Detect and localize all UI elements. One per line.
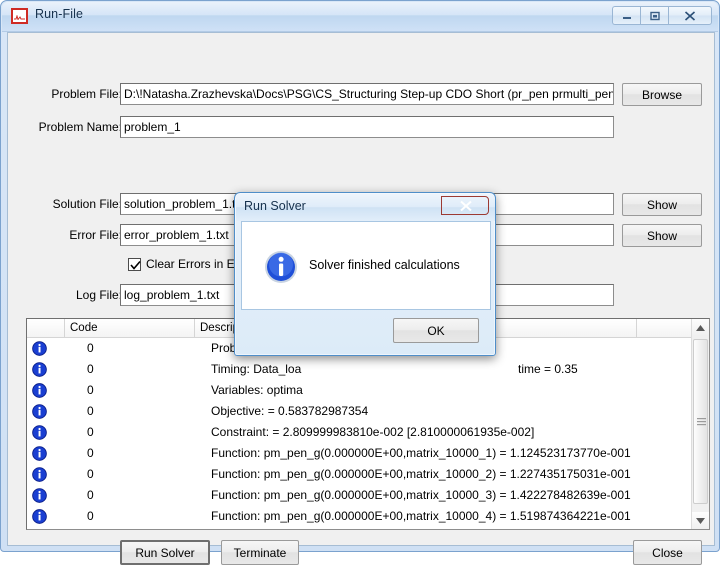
chevron-down-icon (696, 518, 705, 524)
problem-file-label: Problem File: (51, 87, 122, 101)
problem-file-input[interactable]: D:\!Natasha.Zrazhevska\Docs\PSG\CS_Struc… (120, 83, 614, 105)
solution-file-label: Solution File: (52, 197, 122, 211)
row-description: Objective: = 0.583782987354 (211, 404, 369, 418)
problem-name-input[interactable]: problem_1 (120, 116, 614, 138)
row-code: 0 (87, 467, 94, 481)
dialog-titlebar[interactable]: Run Solver (236, 194, 495, 221)
row-code: 0 (87, 425, 94, 439)
listview-vertical-scrollbar[interactable] (691, 319, 709, 529)
scrollbar-thumb[interactable] (693, 339, 708, 504)
row-description-tail: time = 0.35 (518, 362, 578, 376)
window-title: Run-File (35, 7, 84, 21)
info-icon (32, 362, 47, 377)
row-code: 0 (87, 509, 94, 523)
chart-icon-sparkline (14, 15, 25, 20)
row-code: 0 (87, 488, 94, 502)
info-icon (32, 488, 47, 503)
table-row[interactable]: 0 Constraint: = 2.809999983810e-002 [2.8… (27, 422, 692, 443)
listview-rows: 0 Problem: solution 0 Timing: Data_loa t… (27, 338, 692, 529)
minimize-icon (622, 16, 631, 19)
show-error-button[interactable]: Show (622, 224, 702, 247)
row-description: Function: pm_pen_g(0.000000E+00,matrix_1… (211, 467, 631, 481)
close-button[interactable] (668, 6, 712, 25)
table-row[interactable]: 0 Objective: = 0.583782987354 (27, 401, 692, 422)
close-icon (684, 10, 696, 21)
row-description: Function: pm_pen_g(0.000000E+00,matrix_1… (211, 509, 631, 523)
ok-button[interactable]: OK (393, 318, 479, 343)
table-row[interactable]: 0 Function: pm_pen_g(0.000000E+00,matrix… (27, 485, 692, 506)
error-file-label: Error File: (69, 228, 122, 242)
grip-icon (697, 417, 706, 425)
row-description: Timing: Data_loa (211, 362, 302, 376)
dialog-title: Run Solver (244, 199, 306, 213)
row-description: Function: pm_pen_g(0.000000E+00,matrix_1… (211, 488, 631, 502)
browse-button[interactable]: Browse (622, 83, 702, 106)
check-icon (130, 260, 141, 270)
info-icon (32, 425, 47, 440)
row-description: Constraint: = 2.809999983810e-002 [2.810… (211, 425, 535, 439)
info-icon (32, 467, 47, 482)
info-icon (32, 509, 47, 524)
info-icon (32, 341, 47, 356)
row-code: 0 (87, 404, 94, 418)
close-icon (460, 200, 472, 212)
dialog-footer: OK (241, 310, 491, 351)
info-icon (32, 383, 47, 398)
info-icon (265, 251, 297, 283)
row-description: Function: pm_pen_g(0.000000E+00,matrix_1… (211, 446, 631, 460)
dialog-close-button[interactable] (441, 196, 489, 215)
row-code: 0 (87, 362, 94, 376)
close-footer-button[interactable]: Close (633, 540, 702, 565)
problem-name-label: Problem Name: (38, 120, 122, 134)
column-header-icon[interactable] (27, 319, 65, 337)
table-row[interactable]: 0 Function: pm_pen_g(0.000000E+00,matrix… (27, 464, 692, 485)
scroll-down-button[interactable] (692, 512, 709, 529)
row-description: Variables: optima (211, 383, 303, 397)
table-row[interactable]: 0 Variables: optima (27, 380, 692, 401)
log-file-label: Log File: (75, 288, 122, 302)
show-solution-button[interactable]: Show (622, 193, 702, 216)
run-file-window: Run-File Problem File: D:\!Natasha.Zrazh… (0, 0, 720, 565)
table-row[interactable]: 0 Function: pm_pen_g(0.000000E+00,matrix… (27, 443, 692, 464)
chevron-up-icon (696, 325, 705, 331)
table-row[interactable]: 0 Function: pm_pen_g(0.000000E+00,matrix… (27, 506, 692, 527)
column-header-code[interactable]: Code (65, 319, 195, 337)
checkbox-box[interactable] (128, 258, 141, 271)
run-solver-button[interactable]: Run Solver (120, 540, 210, 565)
table-row[interactable]: 0 Function: pm_pen_g(0.000000E+00,matrix… (27, 527, 692, 529)
scroll-up-button[interactable] (692, 319, 709, 336)
row-code: 0 (87, 341, 94, 355)
run-solver-dialog: Run Solver Solver finished calculations … (234, 192, 496, 356)
table-row[interactable]: 0 Timing: Data_loa time = 0.35 (27, 359, 692, 380)
chart-icon (11, 8, 28, 24)
maximize-button[interactable] (640, 6, 668, 25)
dialog-body: Solver finished calculations (241, 221, 491, 310)
minimize-button[interactable] (612, 6, 640, 25)
row-code: 0 (87, 446, 94, 460)
info-icon (32, 404, 47, 419)
maximize-icon (649, 11, 660, 20)
dialog-message: Solver finished calculations (309, 258, 460, 272)
info-icon (32, 446, 47, 461)
row-code: 0 (87, 383, 94, 397)
terminate-button[interactable]: Terminate (221, 540, 299, 565)
window-titlebar[interactable]: Run-File (2, 2, 718, 32)
